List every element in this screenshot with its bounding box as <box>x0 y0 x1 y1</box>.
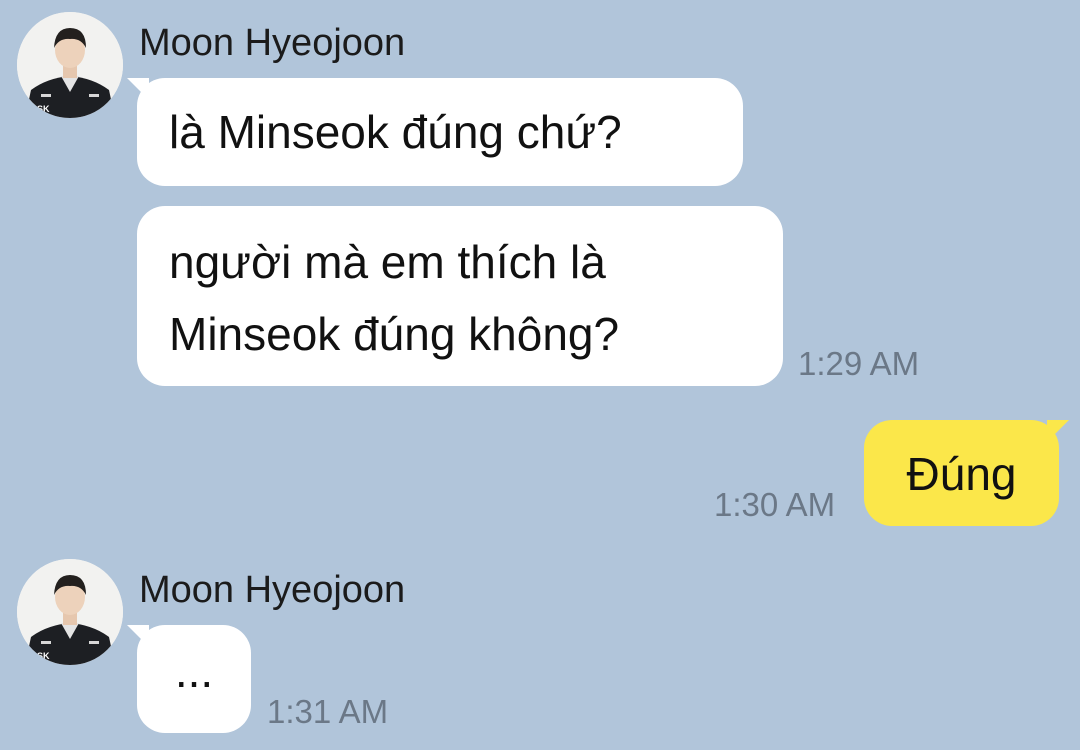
message-text: là Minseok đúng chứ? <box>169 106 622 158</box>
profile-avatar-icon: SK <box>17 559 123 665</box>
message-text-line: Minseok đúng không? <box>169 308 620 360</box>
profile-avatar-icon: SK <box>17 12 123 118</box>
message-text: ... <box>174 645 214 697</box>
message-bubble[interactable]: ... <box>127 625 251 733</box>
message-bubble[interactable]: người mà em thích là Minseok đúng không? <box>137 206 783 386</box>
message-timestamp: 1:29 AM <box>798 345 920 382</box>
sent-message-bubble[interactable]: Đúng <box>864 420 1069 526</box>
message-text-line: người mà em thích là <box>169 236 606 288</box>
sender-avatar[interactable]: SK <box>17 559 123 665</box>
message-text: Đúng <box>906 448 1017 500</box>
sender-avatar[interactable]: SK <box>17 12 123 118</box>
message-bubble[interactable]: là Minseok đúng chứ? <box>127 78 743 186</box>
message-timestamp: 1:31 AM <box>267 693 389 730</box>
svg-text:SK: SK <box>37 651 50 661</box>
svg-text:SK: SK <box>37 104 50 114</box>
bubble-tail <box>127 78 149 100</box>
bubble-tail <box>127 625 149 647</box>
sender-name: Moon Hyeojoon <box>139 22 406 64</box>
message-timestamp: 1:30 AM <box>714 486 836 523</box>
bubble-tail <box>1047 420 1069 442</box>
sender-name: Moon Hyeojoon <box>139 569 406 611</box>
